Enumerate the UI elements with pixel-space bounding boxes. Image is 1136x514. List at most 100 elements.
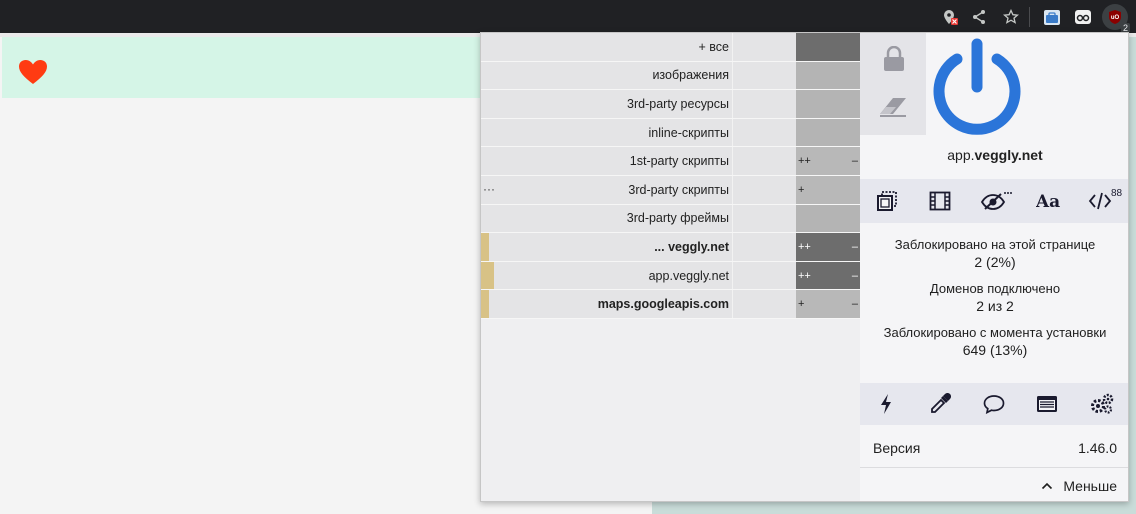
- eraser-icon[interactable]: [876, 93, 910, 121]
- picker-icon[interactable]: [926, 390, 954, 418]
- firewall-row-label[interactable]: ... veggly.net: [481, 233, 732, 261]
- hostname-subdomain: app.: [947, 147, 975, 163]
- browser-toolbar: uO 2: [0, 0, 1136, 33]
- global-rule-cell[interactable]: [732, 147, 796, 175]
- request-count-bar: [481, 290, 489, 318]
- stats: Заблокировано на этой странице 2 (2%) До…: [860, 237, 1128, 369]
- chevron-up-icon: [1042, 482, 1053, 490]
- power-switch-icon[interactable]: [930, 37, 1024, 137]
- hostname: app.veggly.net: [860, 147, 1128, 163]
- firewall-row: + все: [481, 33, 860, 62]
- extension-mask-icon[interactable]: [1071, 5, 1095, 29]
- firewall-row-text: 3rd-party фреймы: [626, 211, 729, 226]
- firewall-row-text: 3rd-party ресурсы: [627, 96, 729, 111]
- main-panel: app.veggly.net Aa 88 Заблокировано на эт…: [860, 33, 1128, 501]
- media-block-icon[interactable]: [926, 187, 954, 215]
- firewall-row: maps.googleapis.com + –: [481, 290, 860, 319]
- toolbar-separator: [1029, 7, 1030, 27]
- firewall-row: 1st-party скрипты ++ –: [481, 147, 860, 176]
- global-rule-cell[interactable]: [732, 90, 796, 118]
- less-label: Меньше: [1063, 478, 1117, 494]
- firewall-row-text: + все: [698, 39, 729, 54]
- firewall-row-text: inline-скрипты: [648, 125, 729, 140]
- local-rule-cell[interactable]: ++ –: [796, 147, 860, 175]
- svg-text:Aa: Aa: [1036, 192, 1060, 211]
- block-count: –: [851, 155, 858, 168]
- global-rule-cell[interactable]: [732, 118, 796, 147]
- global-rule-cell[interactable]: [732, 290, 796, 318]
- block-count: –: [851, 269, 858, 282]
- firewall-row-label[interactable]: 1st-party скрипты: [481, 147, 732, 175]
- firewall-row: ··· 3rd-party скрипты +: [481, 175, 860, 205]
- svg-text:uO: uO: [1111, 15, 1120, 21]
- global-rule-cell[interactable]: [732, 61, 796, 90]
- local-rule-cell[interactable]: [796, 61, 860, 90]
- global-rule-cell[interactable]: [732, 33, 796, 61]
- report-icon[interactable]: [980, 390, 1008, 418]
- cosmetic-filter-icon[interactable]: [980, 187, 1014, 215]
- blocked-page-label: Заблокировано на этой странице: [894, 237, 1096, 252]
- local-rule-cell[interactable]: [796, 204, 860, 233]
- firewall-row-text: ... veggly.net: [654, 239, 729, 254]
- extension-briefcase-icon[interactable]: [1040, 5, 1064, 29]
- blocked-total-label: Заблокировано с момента установки: [883, 325, 1107, 340]
- share-icon[interactable]: [967, 5, 991, 29]
- allow-count: ++: [798, 240, 811, 253]
- firewall-row-label[interactable]: maps.googleapis.com: [481, 290, 732, 318]
- local-rule-cell[interactable]: + –: [796, 290, 860, 318]
- allow-count: ++: [798, 155, 811, 168]
- global-rule-cell[interactable]: [732, 261, 796, 290]
- firewall-row-label[interactable]: + все: [481, 33, 732, 61]
- block-count: –: [851, 298, 858, 311]
- blocked-page-value: 2 (2%): [974, 254, 1016, 270]
- firewall-row-label[interactable]: ··· 3rd-party скрипты: [481, 175, 732, 204]
- global-rule-cell[interactable]: [732, 233, 796, 261]
- logger-icon[interactable]: [1033, 390, 1061, 418]
- firewall-row: ... veggly.net ++ –: [481, 233, 860, 262]
- remote-font-icon[interactable]: Aa: [1034, 187, 1062, 215]
- hostname-domain: veggly.net: [974, 147, 1043, 163]
- local-rule-cell[interactable]: [796, 118, 860, 147]
- dashboard-icon[interactable]: [1088, 390, 1116, 418]
- local-rule-cell[interactable]: +: [796, 175, 860, 204]
- firewall-row-text: 3rd-party скрипты: [628, 182, 729, 197]
- bookmark-star-icon[interactable]: [999, 5, 1023, 29]
- request-count-bar: [481, 261, 494, 290]
- heart-icon[interactable]: [18, 59, 48, 90]
- firewall-row-label[interactable]: 3rd-party ресурсы: [481, 90, 732, 118]
- lock-icon[interactable]: [880, 45, 908, 73]
- firewall-row-label[interactable]: 3rd-party фреймы: [481, 204, 732, 233]
- firewall-pane: + все изображения 3rd-party ресурсы inline-…: [481, 33, 860, 319]
- version-value: 1.46.0: [1078, 440, 1117, 456]
- firewall-row-text: maps.googleapis.com: [597, 297, 729, 312]
- firewall-row-text: app.veggly.net: [648, 268, 729, 283]
- tools-bar: [860, 383, 1128, 425]
- javascript-icon[interactable]: [1086, 187, 1114, 215]
- local-rule-cell[interactable]: [796, 90, 860, 118]
- local-rule-cell[interactable]: [796, 33, 860, 61]
- js-count-badge: 88: [1111, 188, 1123, 199]
- firewall-row-label[interactable]: inline-скрипты: [481, 118, 732, 147]
- expand-ellipsis[interactable]: ···: [483, 182, 495, 196]
- allow-count: ++: [798, 269, 811, 282]
- location-blocked-icon[interactable]: [938, 5, 962, 29]
- zap-icon[interactable]: [872, 390, 900, 418]
- firewall-row: изображения: [481, 61, 860, 91]
- blocked-total-value: 649 (13%): [962, 342, 1028, 358]
- global-rule-cell[interactable]: [732, 204, 796, 233]
- ublock-popup: + все изображения 3rd-party ресурсы inline-…: [480, 32, 1129, 502]
- local-rule-cell[interactable]: ++ –: [796, 261, 860, 290]
- allow-count: +: [798, 183, 805, 196]
- less-button[interactable]: Меньше: [1041, 478, 1117, 494]
- firewall-row: app.veggly.net ++ –: [481, 261, 860, 291]
- firewall-row-label[interactable]: изображения: [481, 61, 732, 90]
- ublock-origin-icon[interactable]: uO 2: [1102, 4, 1130, 33]
- popup-block-icon[interactable]: [873, 187, 901, 215]
- local-rule-cell[interactable]: ++ –: [796, 233, 860, 261]
- firewall-row-label[interactable]: app.veggly.net: [481, 261, 732, 290]
- domains-label: Доменов подключено: [929, 281, 1061, 296]
- firewall-row: inline-скрипты: [481, 118, 860, 148]
- global-rule-cell[interactable]: [732, 175, 796, 204]
- firewall-row-text: 1st-party скрипты: [629, 154, 729, 169]
- domains-value: 2 из 2: [976, 298, 1014, 314]
